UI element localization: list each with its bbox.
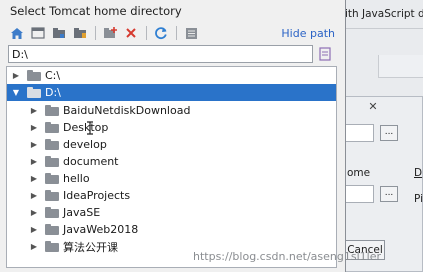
folder-icon: [45, 139, 59, 150]
folder-icon: [45, 241, 59, 252]
expand-arrow-icon[interactable]: ▶: [11, 71, 21, 81]
hide-path-link[interactable]: Hide path: [281, 27, 335, 40]
text-cursor-icon: [87, 121, 93, 135]
background-field-label: ome: [347, 167, 371, 179]
background-divider: [335, 28, 423, 29]
folder-icon: [45, 207, 59, 218]
home-icon[interactable]: [8, 24, 26, 42]
path-input[interactable]: [8, 45, 313, 63]
tree-item-c-drive[interactable]: ▶ C:\: [7, 67, 336, 84]
toolbar-separator: [95, 26, 96, 40]
folder-icon: [27, 70, 41, 81]
tree-item-label: develop: [63, 138, 107, 151]
new-folder-icon[interactable]: [101, 24, 119, 42]
expand-arrow-icon[interactable]: ▶: [29, 174, 39, 184]
folder-icon: [45, 156, 59, 167]
toolbar-separator: [176, 26, 177, 40]
folder-icon: [45, 122, 59, 133]
tree-item-label: D:\: [45, 86, 61, 99]
tree-item-label: 算法公开课: [63, 240, 118, 254]
tree-item-ideaprojects[interactable]: ▶ IdeaProjects: [7, 187, 336, 204]
expand-arrow-icon[interactable]: ▶: [29, 225, 39, 235]
expand-arrow-icon[interactable]: ▶: [29, 208, 39, 218]
background-browse-button-2[interactable]: ...: [380, 186, 398, 202]
desktop-icon[interactable]: [29, 24, 47, 42]
refresh-icon[interactable]: [152, 24, 170, 42]
collapse-arrow-icon[interactable]: ▼: [11, 88, 21, 98]
tree-item-javaweb2018[interactable]: ▶ JavaWeb2018: [7, 221, 336, 238]
watermark-text: https://blog.csdn.net/aseng1sl1ler: [193, 250, 381, 263]
tree-item-label: C:\: [45, 69, 61, 82]
expand-arrow-icon[interactable]: ▶: [29, 157, 39, 167]
delete-icon[interactable]: [122, 24, 140, 42]
history-dropdown-icon[interactable]: [317, 46, 333, 62]
project-icon[interactable]: [50, 24, 68, 42]
tree-item-develop[interactable]: ▶ develop: [7, 136, 336, 153]
dialog-title: Select Tomcat home directory: [10, 4, 182, 18]
tree-item-hello[interactable]: ▶ hello: [7, 170, 336, 187]
expand-arrow-icon[interactable]: ▶: [29, 140, 39, 150]
background-side-label-1: D: [414, 167, 423, 179]
folder-icon: [45, 105, 59, 116]
tree-item-d-drive[interactable]: ▼ D:\: [7, 84, 336, 101]
expand-arrow-icon[interactable]: ▶: [29, 123, 39, 133]
background-browse-button-1[interactable]: ...: [380, 125, 398, 141]
tree-item-label: JavaWeb2018: [63, 223, 139, 236]
tree-item-label: BaiduNetdiskDownload: [63, 104, 191, 117]
background-side-label-2: Pi: [414, 193, 423, 205]
background-dialog-close-icon[interactable]: ✕: [365, 100, 381, 114]
path-row: [8, 45, 333, 63]
folder-icon: [45, 173, 59, 184]
file-chooser-dialog: Select Tomcat home directory Hide path D…: [0, 0, 346, 272]
tree-item-document[interactable]: ▶ document: [7, 153, 336, 170]
module-icon[interactable]: [71, 24, 89, 42]
tree-item-label: JavaSE: [63, 206, 101, 219]
toolbar-separator: [146, 26, 147, 40]
folder-icon: [45, 190, 59, 201]
expand-arrow-icon[interactable]: ▶: [29, 242, 39, 252]
show-hidden-icon[interactable]: [182, 24, 200, 42]
tree-item-baidunetdiskdownload[interactable]: ▶ BaiduNetdiskDownload: [7, 102, 336, 119]
tree-item-desktop[interactable]: ▶ Desktop: [7, 119, 336, 136]
expand-arrow-icon[interactable]: ▶: [29, 191, 39, 201]
folder-icon: [45, 224, 59, 235]
tree-item-label: document: [63, 155, 119, 168]
expand-arrow-icon[interactable]: ▶: [29, 106, 39, 116]
background-tab: [378, 55, 423, 78]
background-window-title: ith JavaScript d: [345, 8, 423, 20]
tree-item-javase[interactable]: ▶ JavaSE: [7, 204, 336, 221]
tree-item-label: IdeaProjects: [63, 189, 131, 202]
toolbar: Hide path: [0, 22, 345, 44]
directory-tree[interactable]: ▶ C:\ ▼ D:\ ▶ BaiduNetdiskDownload ▶ Des…: [6, 66, 337, 268]
tree-item-label: hello: [63, 172, 90, 185]
folder-icon: [27, 87, 41, 98]
